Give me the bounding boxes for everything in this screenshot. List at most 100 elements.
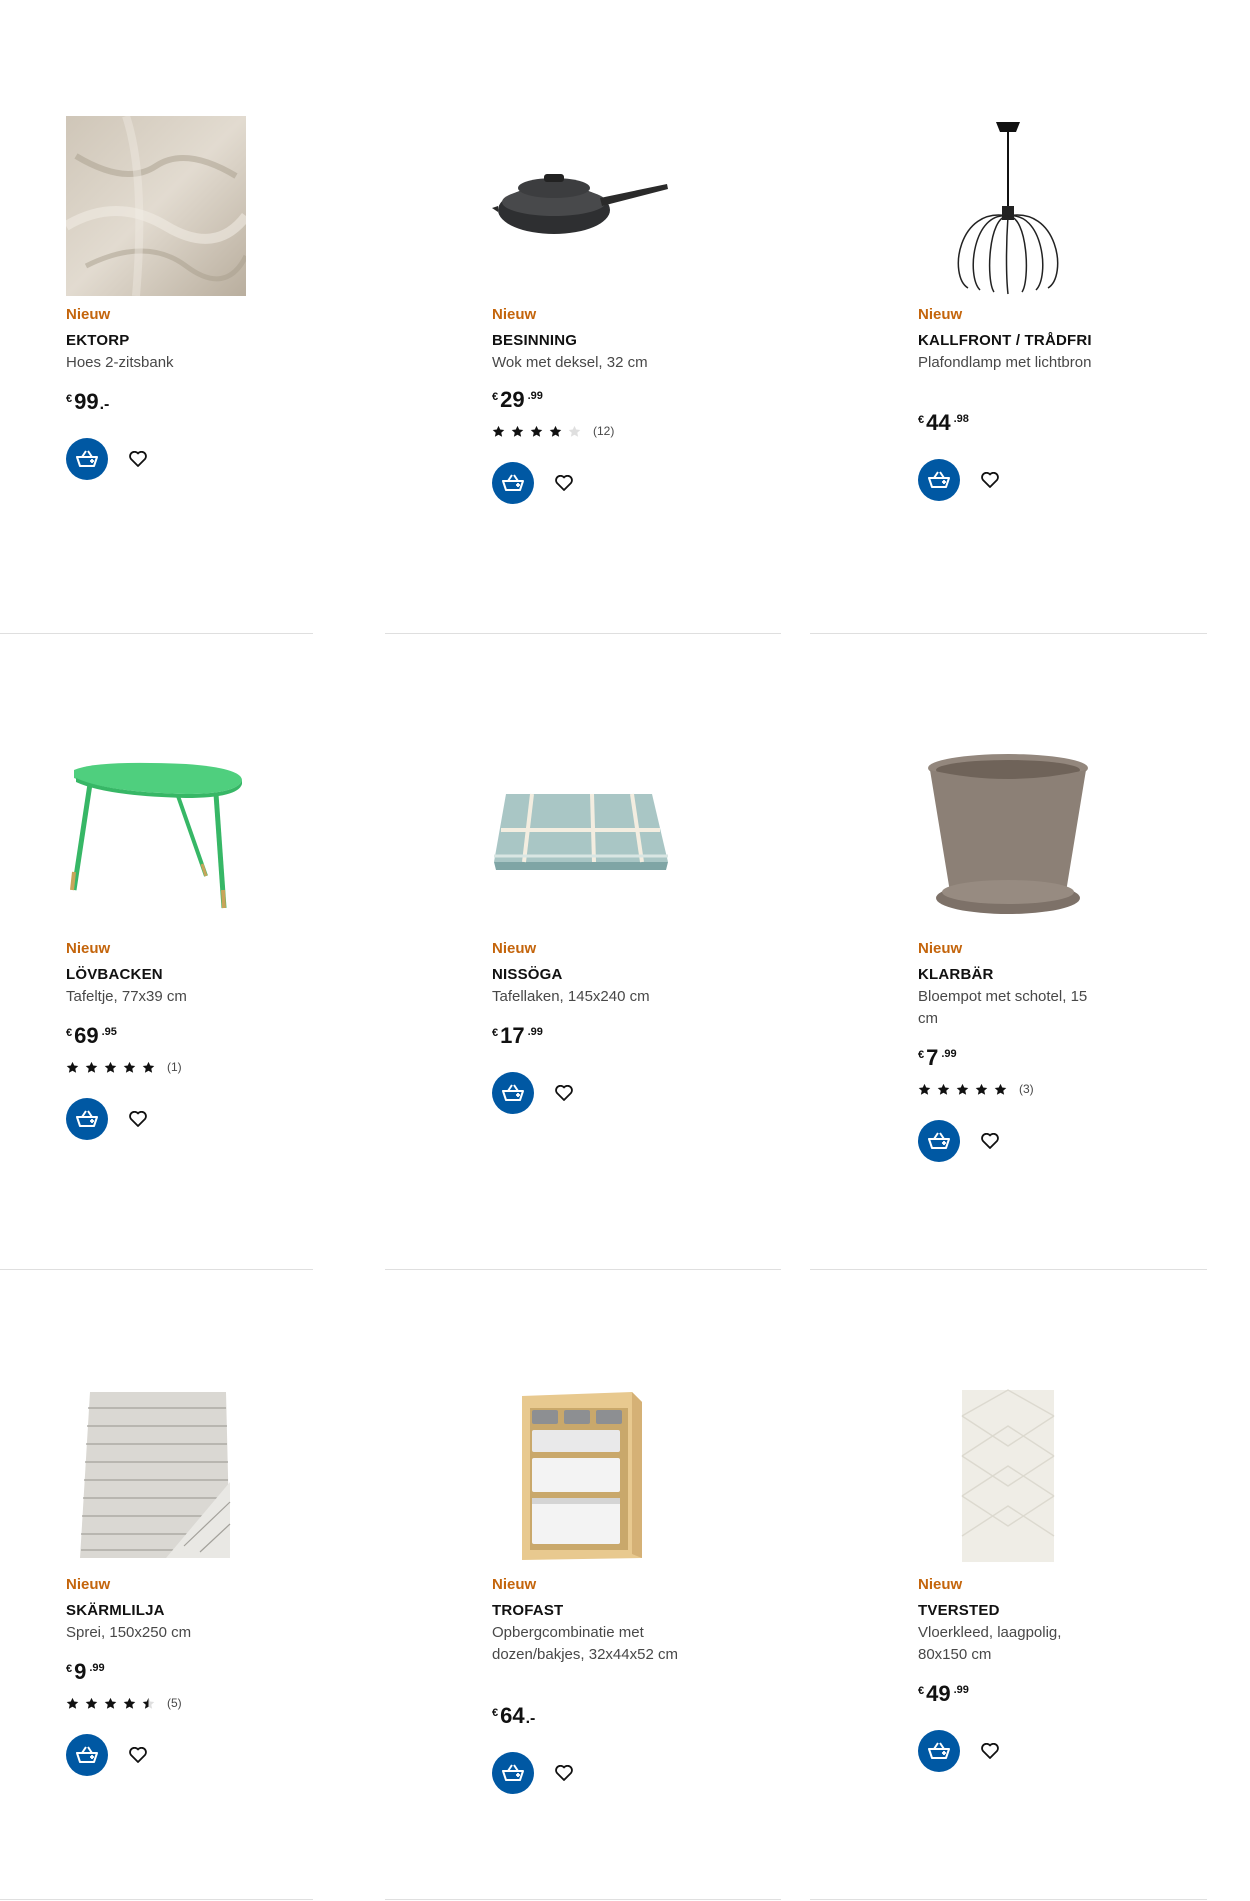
star-icon <box>66 1061 79 1073</box>
favourite-button[interactable] <box>552 1761 576 1785</box>
price-currency: € <box>918 1685 925 1697</box>
new-badge: Nieuw <box>492 940 537 957</box>
product-price: € 99 .- <box>66 390 109 414</box>
price-dash: .- <box>99 396 110 413</box>
add-to-cart-button[interactable] <box>918 459 960 501</box>
favourite-button[interactable] <box>552 471 576 495</box>
star-icon <box>142 1697 155 1709</box>
product-card-tversted[interactable]: Nieuw TVERSTED Vloerkleed, laagpolig, 80… <box>918 1386 1218 1796</box>
add-to-cart-button[interactable] <box>66 1098 108 1140</box>
price-currency: € <box>492 1027 499 1039</box>
product-rating[interactable]: (3) <box>918 1082 1034 1096</box>
new-badge: Nieuw <box>66 1576 111 1593</box>
product-rating[interactable]: (12) <box>492 424 614 438</box>
heart-icon <box>555 1765 573 1781</box>
heart-icon <box>129 451 147 467</box>
row-divider <box>810 1269 1207 1270</box>
product-card-klarbar[interactable]: Nieuw KLARBÄR Bloempot met schotel, 15 c… <box>918 750 1218 1170</box>
add-to-cart-icon <box>76 1746 98 1763</box>
star-icon <box>994 1083 1007 1095</box>
product-description: Opbergcombinatie met dozen/bakjes, 32x44… <box>492 1624 678 1663</box>
price-dash: .- <box>525 1710 536 1727</box>
star-icon <box>492 425 505 437</box>
star-icon <box>104 1061 117 1073</box>
favourite-button[interactable] <box>126 1743 150 1767</box>
star-icon <box>530 425 543 437</box>
favourite-button[interactable] <box>978 1739 1002 1763</box>
product-card-besinning[interactable]: Nieuw BESINNING Wok met deksel, 32 cm € … <box>492 116 792 504</box>
product-card-kallfront[interactable]: Nieuw KALLFRONT / TRÅDFRI Plafondlamp me… <box>918 116 1218 501</box>
price-integer: 69 <box>74 1023 99 1048</box>
product-image-wire-pendant-lamp[interactable] <box>918 116 1098 296</box>
product-image-green-side-table[interactable] <box>66 750 246 930</box>
price-currency: € <box>66 1027 73 1039</box>
new-badge: Nieuw <box>66 940 111 957</box>
product-image-storage-box-unit[interactable] <box>492 1386 672 1566</box>
star-icon <box>104 1697 117 1709</box>
product-card-nissoga[interactable]: Nieuw NISSÖGA Tafellaken, 145x240 cm € 1… <box>492 750 792 1150</box>
favourite-button[interactable] <box>978 468 1002 492</box>
product-name[interactable]: KALLFRONT / TRÅDFRI <box>918 332 1092 349</box>
product-card-trofast[interactable]: Nieuw TROFAST Opbergcombinatie met dozen… <box>492 1386 792 1806</box>
product-image-fabric-swatch[interactable] <box>66 116 246 296</box>
product-name[interactable]: BESINNING <box>492 332 577 349</box>
product-price: € 17 .99 <box>492 1024 543 1048</box>
star-icon <box>142 1061 155 1073</box>
product-card-lovbacken[interactable]: Nieuw LÖVBACKEN Tafeltje, 77x39 cm € 69 … <box>66 750 366 1150</box>
new-badge: Nieuw <box>66 306 111 323</box>
new-badge: Nieuw <box>918 1576 963 1593</box>
product-image-cream-rug[interactable] <box>918 1386 1098 1566</box>
product-name[interactable]: TVERSTED <box>918 1602 1000 1619</box>
product-rating[interactable]: (5) <box>66 1696 182 1710</box>
add-to-cart-button[interactable] <box>66 1734 108 1776</box>
product-name[interactable]: SKÄRMLILJA <box>66 1602 165 1619</box>
price-decimal: .99 <box>527 390 543 402</box>
star-icon <box>956 1083 969 1095</box>
favourite-button[interactable] <box>552 1081 576 1105</box>
rating-stars <box>918 1083 1007 1096</box>
product-name[interactable]: LÖVBACKEN <box>66 966 163 983</box>
product-image-checked-tablecloth[interactable] <box>492 750 672 930</box>
price-integer: 9 <box>74 1659 87 1684</box>
heart-icon <box>981 472 999 488</box>
product-image-wok-with-lid[interactable] <box>492 116 672 296</box>
star-icon <box>568 425 581 437</box>
star-icon <box>123 1061 136 1073</box>
favourite-button[interactable] <box>126 1107 150 1131</box>
price-currency: € <box>492 1707 499 1719</box>
price-currency: € <box>66 393 73 405</box>
add-to-cart-button[interactable] <box>492 1752 534 1794</box>
star-icon <box>511 425 524 437</box>
product-name[interactable]: NISSÖGA <box>492 966 563 983</box>
product-image-flower-pot[interactable] <box>918 750 1098 930</box>
star-icon <box>85 1061 98 1073</box>
product-rating[interactable]: (1) <box>66 1060 182 1074</box>
rating-count: (3) <box>1019 1082 1034 1096</box>
product-name[interactable]: EKTORP <box>66 332 129 349</box>
heart-icon <box>555 1085 573 1101</box>
favourite-button[interactable] <box>978 1129 1002 1153</box>
new-badge: Nieuw <box>918 306 963 323</box>
product-card-ektorp[interactable]: Nieuw EKTORP Hoes 2-zitsbank € 99 .- <box>66 116 366 486</box>
row-divider <box>0 1269 313 1270</box>
price-integer: 7 <box>926 1045 939 1070</box>
price-integer: 49 <box>926 1681 951 1706</box>
add-to-cart-button[interactable] <box>66 438 108 480</box>
star-icon <box>918 1083 931 1095</box>
star-icon <box>937 1083 950 1095</box>
product-image-striped-bedspread[interactable] <box>66 1386 246 1566</box>
price-currency: € <box>66 1663 73 1675</box>
product-name[interactable]: KLARBÄR <box>918 966 994 983</box>
add-to-cart-button[interactable] <box>918 1120 960 1162</box>
rating-count: (5) <box>167 1696 182 1710</box>
favourite-button[interactable] <box>126 447 150 471</box>
row-divider <box>810 633 1207 634</box>
add-to-cart-button[interactable] <box>492 462 534 504</box>
rating-count: (1) <box>167 1060 182 1074</box>
add-to-cart-button[interactable] <box>492 1072 534 1114</box>
rating-count: (12) <box>593 424 615 438</box>
add-to-cart-button[interactable] <box>918 1730 960 1772</box>
new-badge: Nieuw <box>492 1576 537 1593</box>
product-name[interactable]: TROFAST <box>492 1602 563 1619</box>
product-card-skarmlilja[interactable]: Nieuw SKÄRMLILJA Sprei, 150x250 cm € 9 .… <box>66 1386 366 1796</box>
